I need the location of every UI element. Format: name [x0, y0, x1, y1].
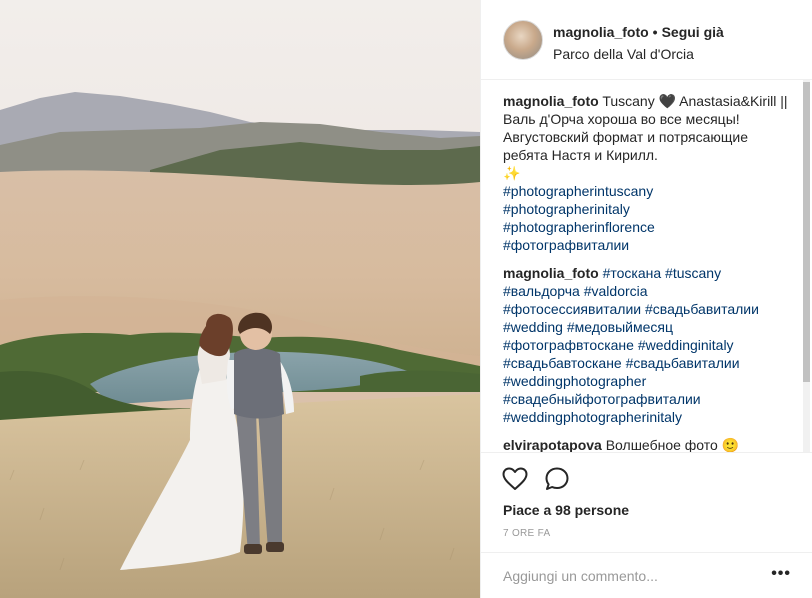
likes-count[interactable]: Piace a 98 persone: [503, 502, 629, 518]
post-timestamp[interactable]: 7 ORE FA: [503, 528, 550, 539]
wedding-photo-image: [0, 0, 480, 598]
hashtag-link[interactable]: #фотографвтоскане: [503, 337, 634, 353]
caption-comment: magnolia_foto Tuscany 🖤 Anastasia&Kirill…: [503, 92, 795, 254]
hashtag-comment: magnolia_foto #тоскана #tuscany #вальдор…: [503, 264, 795, 426]
hashtag-link[interactable]: #фотосессиявиталии: [503, 301, 641, 317]
hashtag-link[interactable]: #фотографвиталии: [503, 236, 795, 254]
hashtag-link[interactable]: #photographerinflorence: [503, 218, 795, 236]
caption-text-line: ребята Настя и Кирилл.: [503, 147, 658, 163]
post-username[interactable]: magnolia_foto: [553, 24, 649, 40]
follow-status-button[interactable]: Segui già: [662, 24, 724, 40]
separator-dot: •: [652, 24, 658, 40]
hashtag-link[interactable]: #свадьбавиталии: [626, 355, 740, 371]
post-photo[interactable]: [0, 0, 480, 598]
post-actions: Piace a 98 persone 7 ORE FA: [481, 452, 812, 552]
hashtag-link[interactable]: #свадебныйфотографвиталии: [503, 391, 701, 407]
hashtag-link[interactable]: #медовыймесяц: [567, 319, 673, 335]
speech-bubble-icon[interactable]: [543, 465, 571, 493]
hashtag-link[interactable]: #tuscany: [665, 265, 721, 281]
comment-username[interactable]: magnolia_foto: [503, 265, 599, 281]
caption-text-line: Августовский формат и потрясающие: [503, 129, 748, 145]
comment-input[interactable]: [503, 565, 753, 587]
post-side-panel: magnolia_foto • Segui già Parco della Val …: [480, 0, 812, 598]
hashtag-link[interactable]: #weddingphotographerinitaly: [503, 409, 682, 425]
caption-text-line: Валь д'Орча хороша во все месяцы!: [503, 111, 740, 127]
hashtag-link[interactable]: #weddingphotographer: [503, 373, 646, 389]
heart-outline-icon[interactable]: [501, 465, 529, 493]
hashtag-link[interactable]: #wedding: [503, 319, 563, 335]
comment-username[interactable]: elvirapotapova: [503, 437, 602, 452]
post-location[interactable]: Parco della Val d'Orcia: [553, 46, 694, 62]
hashtag-link[interactable]: #свадьбавтоскане: [503, 355, 622, 371]
more-options-button[interactable]: •••: [771, 565, 791, 583]
scrollbar-thumb[interactable]: [803, 82, 810, 382]
caption-username[interactable]: magnolia_foto: [503, 93, 599, 109]
sparkle-icon: ✨: [503, 165, 521, 181]
hashtag-link[interactable]: #valdorcia: [584, 283, 648, 299]
avatar[interactable]: [503, 20, 543, 60]
comments-scrollbar[interactable]: [803, 80, 810, 452]
header-user-line: magnolia_foto • Segui già: [553, 24, 724, 40]
user-comment: elvirapotapova Волшебное фото 🙂: [503, 436, 795, 452]
comments-list: magnolia_foto Tuscany 🖤 Anastasia&Kirill…: [503, 92, 795, 452]
hashtag-link[interactable]: #вальдорча: [503, 283, 580, 299]
post-header: magnolia_foto • Segui già Parco della Val …: [481, 0, 812, 80]
add-comment-bar: •••: [481, 552, 812, 598]
hashtag-link[interactable]: #свадьбавиталии: [645, 301, 759, 317]
hashtag-link[interactable]: #тоскана: [603, 265, 662, 281]
hashtag-link[interactable]: #weddinginitaly: [638, 337, 734, 353]
comment-text: Волшебное фото 🙂: [605, 437, 740, 452]
hashtag-link[interactable]: #photographerintuscany: [503, 182, 795, 200]
caption-text-line: Tuscany 🖤 Anastasia&Kirill ||: [602, 93, 788, 109]
hashtag-link[interactable]: #photographerinitaly: [503, 200, 795, 218]
